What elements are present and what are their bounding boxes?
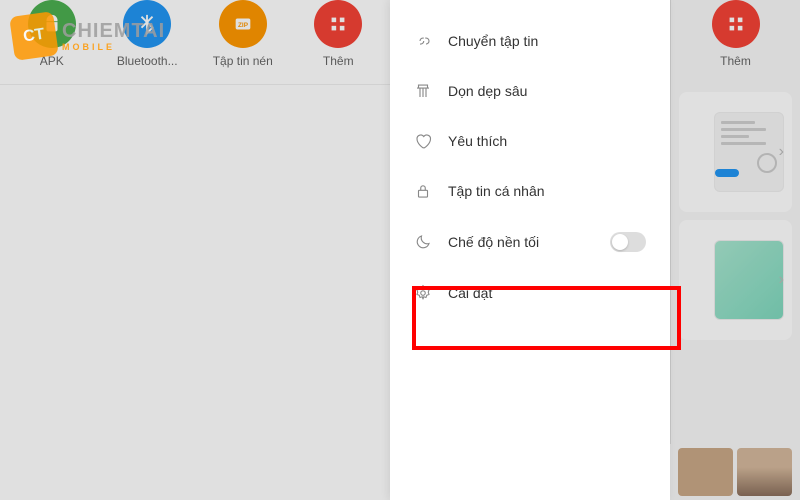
link-icon <box>414 32 432 50</box>
photo-thumbnail[interactable] <box>678 448 733 496</box>
watermark-brand: CHIEMTAI <box>62 21 165 41</box>
category-label: Tập tin nén <box>213 54 273 68</box>
right-panel: Thêm › › <box>670 0 800 500</box>
menu-item-favorites[interactable]: Yêu thích <box>390 116 670 166</box>
card-thumbnail <box>714 112 784 192</box>
category-zip[interactable]: ZIP Tập tin nén <box>211 0 275 68</box>
menu-label: Dọn dẹp sâu <box>448 83 646 99</box>
recent-card[interactable]: › <box>679 92 792 212</box>
menu-label: Cài đặt <box>448 285 646 301</box>
svg-text:ZIP: ZIP <box>238 22 249 29</box>
gear-icon <box>414 284 432 302</box>
menu-label: Tập tin cá nhân <box>448 183 646 199</box>
lock-icon <box>414 182 432 200</box>
category-more-right[interactable]: Thêm <box>701 0 771 68</box>
menu-item-settings[interactable]: Cài đặt <box>390 268 670 318</box>
watermark: CT CHIEMTAI MOBILE <box>12 14 165 58</box>
menu-label: Chuyển tập tin <box>448 33 646 49</box>
menu-item-private-files[interactable]: Tập tin cá nhân <box>390 166 670 216</box>
dark-mode-toggle[interactable] <box>610 232 646 252</box>
category-more[interactable]: Thêm <box>307 0 371 68</box>
recent-photos-row <box>670 444 800 500</box>
more-grid-icon <box>712 0 760 48</box>
menu-label: Yêu thích <box>448 133 646 149</box>
more-grid-icon <box>314 0 362 48</box>
recent-cards: › › <box>671 84 800 356</box>
moon-icon <box>414 233 432 251</box>
chevron-right-icon: › <box>779 143 784 161</box>
card-thumbnail <box>714 240 784 320</box>
photo-thumbnail[interactable] <box>737 448 792 496</box>
menu-item-deep-clean[interactable]: Dọn dẹp sâu <box>390 66 670 116</box>
category-label: Thêm <box>323 54 354 68</box>
menu-label: Chế độ nền tối <box>448 234 594 250</box>
broom-icon <box>414 82 432 100</box>
recent-card[interactable]: › <box>679 220 792 340</box>
zip-icon: ZIP <box>219 0 267 48</box>
left-panel: APK Bluetooth... ZIP Tập tin nén Thêm <box>0 0 390 500</box>
side-menu: Chuyển tập tin Dọn dẹp sâu Yêu thích Tập… <box>390 0 670 500</box>
menu-item-dark-mode[interactable]: Chế độ nền tối <box>390 216 670 268</box>
watermark-sub: MOBILE <box>62 43 165 52</box>
watermark-badge: CT <box>9 11 59 61</box>
category-label: Thêm <box>720 54 751 68</box>
chevron-right-icon: › <box>779 271 784 289</box>
heart-icon <box>414 132 432 150</box>
menu-item-transfer[interactable]: Chuyển tập tin <box>390 16 670 66</box>
